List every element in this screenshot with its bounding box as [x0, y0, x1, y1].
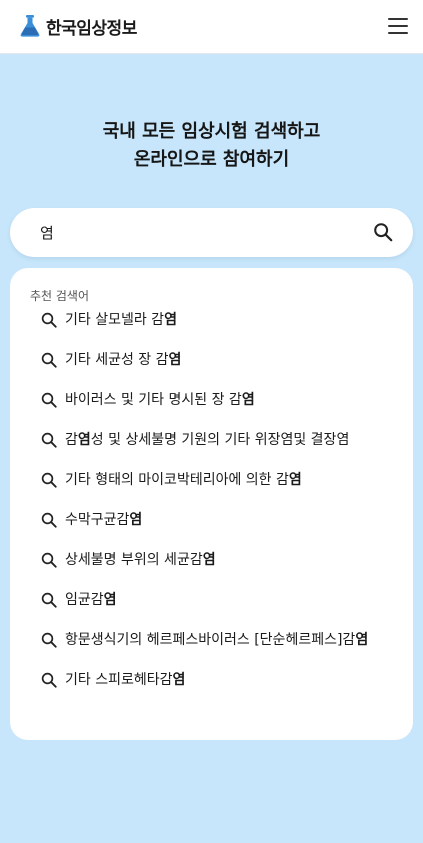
hero-headline: 국내 모든 임상시험 검색하고 온라인으로 참여하기: [0, 118, 423, 174]
suggestion-text: 감염성 및 상세불명 기원의 기타 위장염및 결장염: [65, 429, 390, 451]
suggestion-text: 수막구균감염: [65, 509, 390, 531]
suggestion-match: 염: [168, 352, 182, 368]
suggestion-text-before: 기타 스피로헤타감: [65, 672, 173, 688]
suggestion-text-before: 기타 세균성 장 감: [65, 352, 169, 368]
search-icon: [41, 512, 57, 528]
search-icon: [41, 632, 57, 648]
suggestion-match: 염: [164, 312, 177, 328]
suggestion-text: 기타 세균성 장 감염: [65, 349, 390, 371]
top-navigation-bar: 한국임상정보: [0, 0, 423, 54]
site-logo[interactable]: 한국임상정보: [18, 13, 137, 39]
suggestion-match: 염: [129, 512, 143, 528]
suggestions-panel: 추천 검색어 기타 살모넬라 감염 기타 세균성 장 감염 바이러스 및 기타 명시…: [10, 268, 413, 740]
logo-text: 한국임상정보: [46, 18, 137, 39]
suggestion-text-before: 기타 살모넬라 감: [65, 312, 165, 328]
suggestion-match: 염: [288, 472, 302, 488]
suggestion-match: 염: [103, 592, 117, 608]
suggestion-item[interactable]: 기타 형태의 마이코박테리아에 의한 감염: [40, 469, 390, 491]
suggestion-match: 염: [241, 392, 255, 408]
suggestion-item[interactable]: 임균감염: [40, 589, 390, 611]
suggestion-item[interactable]: 바이러스 및 기타 명시된 장 감염: [40, 389, 390, 411]
suggestion-text: 기타 살모넬라 감염: [65, 309, 390, 331]
search-bar: [10, 208, 413, 257]
suggestion-text-after: 성 및 상세불명 기원의 기타 위장염및 결장염: [90, 432, 350, 448]
suggestion-text: 항문생식기의 헤르페스바이러스 [단순헤르페스]감염: [65, 629, 390, 651]
search-icon: [41, 432, 57, 448]
suggestion-text-before: 기타 형태의 마이코박테리아에 의한 감: [65, 472, 289, 488]
suggestion-text: 바이러스 및 기타 명시된 장 감염: [65, 389, 390, 411]
suggestion-match: 염: [77, 432, 91, 448]
suggestion-text-before: 수막구균감: [65, 512, 130, 528]
hamburger-menu-icon[interactable]: [388, 16, 410, 36]
search-icon: [41, 592, 57, 608]
search-icon: [41, 312, 57, 328]
search-icon: [41, 392, 57, 408]
search-icon: [41, 472, 57, 488]
suggestion-text: 기타 형태의 마이코박테리아에 의한 감염: [65, 469, 390, 491]
suggestion-match: 염: [202, 552, 216, 568]
suggestion-item[interactable]: 감염성 및 상세불명 기원의 기타 위장염및 결장염: [40, 429, 390, 451]
search-icon: [41, 352, 57, 368]
suggestion-match: 염: [355, 632, 369, 648]
search-icon: [41, 672, 57, 688]
search-input[interactable]: [40, 220, 350, 245]
suggestion-item[interactable]: 항문생식기의 헤르페스바이러스 [단순헤르페스]감염: [40, 629, 390, 651]
suggestions-list: 기타 살모넬라 감염 기타 세균성 장 감염 바이러스 및 기타 명시된 장 감염 감…: [40, 309, 390, 709]
suggestion-match: 염: [172, 672, 186, 688]
suggestion-text-before: 상세불명 부위의 세균감: [65, 552, 203, 568]
suggestion-item[interactable]: 수막구균감염: [40, 509, 390, 531]
suggestion-text-before: 바이러스 및 기타 명시된 장 감: [65, 392, 242, 408]
suggestion-text-before: 항문생식기의 헤르페스바이러스 [단순헤르페스]감: [65, 632, 356, 648]
hero-line-2: 온라인으로 참여하기: [133, 149, 290, 170]
search-icon[interactable]: [372, 221, 394, 243]
suggestions-title: 추천 검색어: [30, 289, 90, 303]
suggestion-text-before: 임균감: [65, 592, 104, 608]
suggestion-text: 상세불명 부위의 세균감염: [65, 549, 390, 571]
suggestion-item[interactable]: 기타 세균성 장 감염: [40, 349, 390, 371]
suggestion-text-before: 감: [65, 432, 78, 448]
suggestion-item[interactable]: 상세불명 부위의 세균감염: [40, 549, 390, 571]
suggestion-item[interactable]: 기타 살모넬라 감염: [40, 309, 390, 331]
hero-line-1: 국내 모든 임상시험 검색하고: [102, 121, 321, 142]
flask-icon: [20, 15, 40, 37]
suggestion-text: 기타 스피로헤타감염: [65, 669, 390, 691]
suggestion-item[interactable]: 기타 스피로헤타감염: [40, 669, 390, 691]
suggestion-text: 임균감염: [65, 589, 390, 611]
search-icon: [41, 552, 57, 568]
